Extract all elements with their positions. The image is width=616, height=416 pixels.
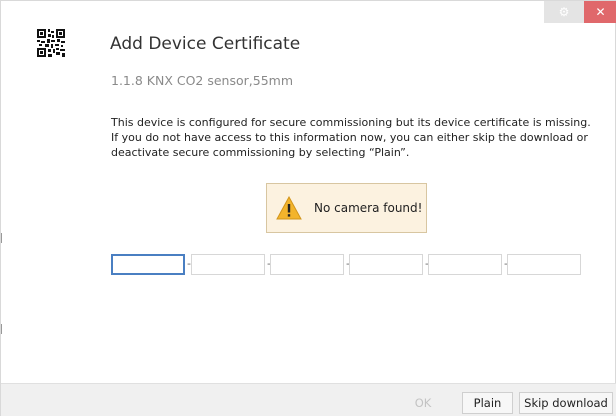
ok-button[interactable]: OK: [397, 392, 449, 414]
certificate-field-4[interactable]: [349, 254, 423, 275]
close-icon: ✕: [595, 5, 606, 19]
info-message-line: deactivate secure commissioning by selec…: [111, 146, 410, 159]
warning-icon: [276, 196, 302, 220]
dialog-footer: OK Plain Skip download: [1, 383, 616, 416]
certificate-field-6[interactable]: [507, 254, 581, 275]
plain-button[interactable]: Plain: [462, 392, 513, 414]
device-name: 1.1.8 KNX CO2 sensor,55mm: [111, 73, 294, 88]
dialog-title: Add Device Certificate: [110, 34, 301, 54]
edge-marker: [1, 233, 2, 243]
no-camera-alert: No camera found!: [266, 183, 427, 233]
certificate-field-3[interactable]: [270, 254, 344, 275]
info-message-line: This device is configured for secure com…: [111, 116, 591, 129]
alert-text: No camera found!: [314, 201, 423, 215]
add-device-certificate-dialog: ⚙ ✕ Add Device Certificate 1.1.8 KNX CO2…: [0, 0, 616, 416]
edge-marker: [1, 324, 2, 334]
certificate-field-2[interactable]: [191, 254, 265, 275]
certificate-field-5[interactable]: [428, 254, 502, 275]
info-message: This device is configured for secure com…: [111, 115, 591, 160]
qr-code-icon: [37, 29, 65, 57]
close-button[interactable]: ✕: [584, 1, 616, 23]
certificate-field-1[interactable]: [111, 254, 185, 275]
gear-icon: ⚙: [558, 5, 570, 19]
settings-button[interactable]: ⚙: [544, 1, 584, 23]
info-message-line: If you do not have access to this inform…: [111, 131, 588, 144]
skip-download-button[interactable]: Skip download: [519, 392, 613, 414]
